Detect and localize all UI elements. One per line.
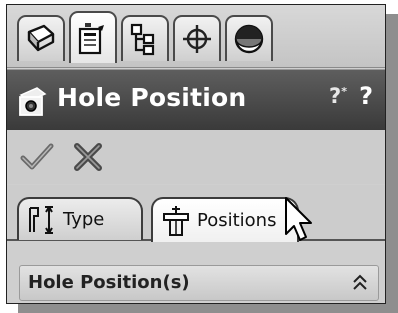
checkmark-icon xyxy=(20,143,54,170)
property-manager-icon xyxy=(78,23,104,55)
dimxpert-manager-icon xyxy=(183,25,211,53)
display-manager-tab[interactable] xyxy=(225,15,273,61)
property-manager-title-bar: Hole Position ?* ? xyxy=(7,69,385,131)
help-button[interactable]: ? xyxy=(359,82,373,110)
feature-manager-icon xyxy=(27,24,55,52)
double-chevron-up-icon[interactable] xyxy=(352,274,368,292)
detailed-help-label: ? xyxy=(329,84,342,108)
property-manager-panel: Hole Position ?* ? Type Positions Hole P… xyxy=(6,4,386,304)
hole-positions-section[interactable]: Hole Position(s) xyxy=(19,265,379,301)
detailed-help-button[interactable]: ?* xyxy=(329,84,347,108)
tab-type[interactable]: Type xyxy=(17,197,143,240)
hole-type-icon xyxy=(29,205,53,234)
close-icon xyxy=(74,143,102,171)
display-manager-icon xyxy=(234,24,264,54)
property-manager-tab[interactable] xyxy=(69,11,117,63)
section-title: Hole Position(s) xyxy=(28,272,190,293)
feature-manager-tab[interactable] xyxy=(17,15,65,61)
tab-positions-label: Positions xyxy=(197,210,277,231)
ok-button[interactable] xyxy=(19,138,55,174)
mouse-pointer-icon xyxy=(285,197,312,241)
configuration-manager-tab[interactable] xyxy=(121,15,169,61)
tab-type-label: Type xyxy=(63,209,105,230)
property-tabs: Type Positions xyxy=(7,185,385,242)
cancel-button[interactable] xyxy=(71,138,105,174)
dimxpert-manager-tab[interactable] xyxy=(173,15,221,61)
detailed-help-mark: * xyxy=(341,85,347,98)
page-title: Hole Position xyxy=(57,83,247,112)
action-row xyxy=(7,130,385,184)
manager-tab-strip xyxy=(7,5,385,68)
hole-position-icon xyxy=(19,87,47,116)
tab-positions[interactable]: Positions xyxy=(151,197,299,242)
configuration-manager-icon xyxy=(130,23,155,56)
hole-positions-icon xyxy=(163,205,189,236)
